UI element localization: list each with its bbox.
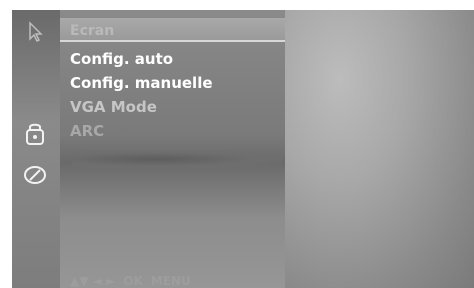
cursor-icon[interactable] — [24, 20, 46, 44]
menu-item-config-manuelle[interactable]: Config. manuelle — [70, 74, 213, 92]
menu-divider-shadow — [72, 150, 282, 168]
menu-item-arc[interactable]: ARC — [70, 122, 104, 140]
clock-icon[interactable] — [22, 162, 48, 188]
ok-button-hint[interactable]: OK — [123, 274, 143, 288]
left-icon-rail — [12, 10, 60, 288]
tv-osd-screen: Ecran Config. auto Config. manuelle VGA … — [12, 10, 474, 288]
lock-icon[interactable] — [22, 120, 48, 148]
menu-button-hint[interactable]: MENU — [151, 274, 191, 288]
background-video-area — [282, 10, 474, 288]
menu-item-config-auto[interactable]: Config. auto — [70, 50, 173, 68]
menu-footer: ▲▼ ◄ ► OK MENU — [70, 272, 191, 288]
menu-title: Ecran — [70, 23, 115, 39]
navigation-arrows: ▲▼ ◄ ► — [70, 274, 116, 288]
menu-item-vga-mode[interactable]: VGA Mode — [70, 98, 157, 116]
